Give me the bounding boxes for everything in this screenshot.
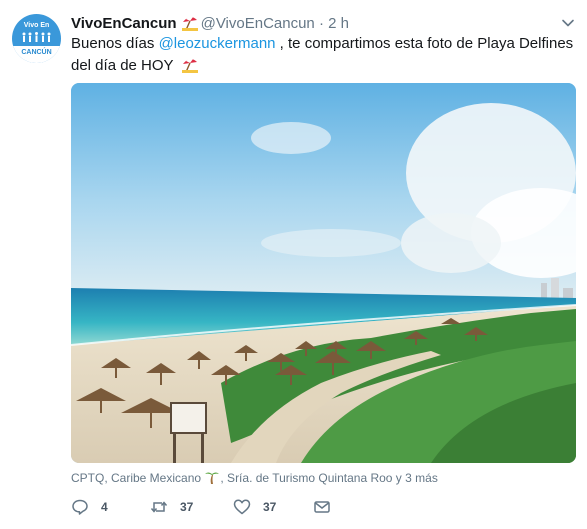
envelope-icon xyxy=(314,501,330,513)
playa-delfines-photo[interactable] xyxy=(71,83,576,463)
avatar[interactable]: Vivo En CANCÚN xyxy=(12,14,61,63)
time-separator: · xyxy=(318,15,324,32)
avatar-top-text: Vivo En xyxy=(23,22,50,29)
retweet-button[interactable]: 37 xyxy=(150,497,193,517)
reply-count: 4 xyxy=(101,500,108,514)
like-count: 37 xyxy=(263,500,277,514)
chevron-down-icon[interactable] xyxy=(561,16,575,30)
palm-tree-icon xyxy=(205,472,220,484)
user-handle[interactable]: @VivoEnCancun xyxy=(201,15,315,32)
tweet-header: VivoEnCancun @VivoEnCancun · 2 h xyxy=(71,13,349,33)
display-name[interactable]: VivoEnCancun xyxy=(71,15,177,32)
tagged-users-part-1: CPTQ, Caribe Mexicano xyxy=(71,471,205,485)
beach-umbrella-icon xyxy=(182,58,199,73)
tweet-card[interactable]: Vivo En CANCÚN VivoEnCancun @VivoEnCancu… xyxy=(0,0,587,529)
tweet-text-part-1: Buenos días xyxy=(71,35,159,52)
avatar-people-graphic xyxy=(22,32,51,42)
tagged-users[interactable]: CPTQ, Caribe Mexicano , Sría. de Turismo… xyxy=(71,470,438,486)
reply-icon xyxy=(72,499,88,515)
retweet-count: 37 xyxy=(180,500,194,514)
reply-button[interactable]: 4 xyxy=(71,497,108,517)
mention-link[interactable]: @leozuckermann xyxy=(159,35,276,52)
tweet-text: Buenos días @leozuckermann , te comparti… xyxy=(71,33,576,77)
direct-message-button[interactable] xyxy=(313,497,331,517)
heart-icon xyxy=(233,499,251,515)
beach-umbrella-icon xyxy=(181,16,198,31)
tweet-timestamp[interactable]: 2 h xyxy=(328,15,349,32)
beach-photo-graphic xyxy=(71,83,576,463)
avatar-bottom-text: CANCÚN xyxy=(21,49,52,56)
tagged-users-part-2: , Sría. de Turismo Quintana Roo y 3 más xyxy=(220,471,438,485)
like-button[interactable]: 37 xyxy=(233,497,276,517)
retweet-icon xyxy=(150,501,168,513)
